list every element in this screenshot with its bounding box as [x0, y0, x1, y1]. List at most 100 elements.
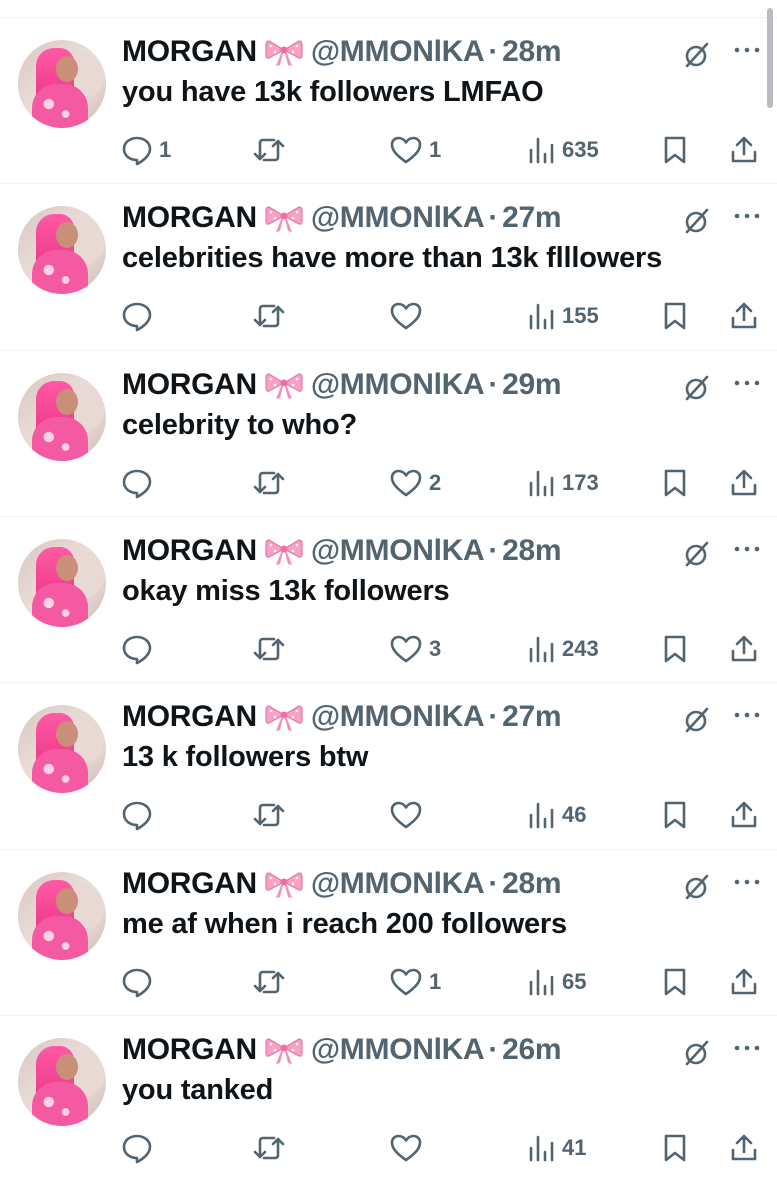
avatar[interactable] [18, 705, 106, 793]
views-button[interactable]: 41 [526, 1128, 586, 1168]
reply-button[interactable] [121, 962, 159, 1002]
grok-icon[interactable] [682, 206, 712, 236]
bookmark-icon [661, 966, 689, 998]
handle[interactable]: @MMONlKA [311, 1033, 485, 1067]
timestamp[interactable]: 28m [502, 867, 561, 901]
timestamp[interactable]: 28m [502, 35, 561, 69]
timestamp[interactable]: 28m [502, 534, 561, 568]
views-button[interactable]: 635 [526, 130, 599, 170]
bookmark-button[interactable] [661, 629, 689, 669]
views-button[interactable]: 46 [526, 795, 586, 835]
display-name[interactable]: MORGAN [122, 867, 257, 901]
retweet-button[interactable] [251, 130, 293, 170]
bookmark-button[interactable] [661, 296, 689, 336]
share-button[interactable] [728, 629, 760, 669]
retweet-button[interactable] [251, 629, 293, 669]
like-button[interactable]: 1 [389, 130, 441, 170]
retweet-icon [251, 966, 287, 998]
avatar[interactable] [18, 1038, 106, 1126]
share-button[interactable] [728, 130, 760, 170]
views-button[interactable]: 243 [526, 629, 599, 669]
timestamp[interactable]: 29m [502, 368, 561, 402]
more-icon[interactable] [733, 539, 761, 559]
tweet[interactable]: MORGAN @MMONlKA · 28m [0, 17, 777, 183]
like-button[interactable] [389, 1128, 429, 1168]
tweet[interactable]: MORGAN @MMONlKA · 28m [0, 849, 777, 1015]
views-button[interactable]: 65 [526, 962, 586, 1002]
more-icon[interactable] [733, 1038, 761, 1058]
bow-emoji [265, 869, 303, 899]
views-button[interactable]: 173 [526, 463, 599, 503]
bookmark-button[interactable] [661, 962, 689, 1002]
scrollbar[interactable] [767, 8, 773, 108]
avatar[interactable] [18, 373, 106, 461]
grok-icon[interactable] [682, 40, 712, 70]
avatar[interactable] [18, 872, 106, 960]
tweet-header: MORGAN @MMONlKA · 27m [122, 697, 562, 737]
grok-icon[interactable] [682, 872, 712, 902]
avatar[interactable] [18, 206, 106, 294]
retweet-button[interactable] [251, 962, 293, 1002]
reply-button[interactable]: 1 [121, 130, 171, 170]
handle[interactable]: @MMONlKA [311, 368, 485, 402]
grok-icon[interactable] [682, 1038, 712, 1068]
display-name[interactable]: MORGAN [122, 35, 257, 69]
handle[interactable]: @MMONlKA [311, 700, 485, 734]
reply-button[interactable] [121, 629, 159, 669]
share-button[interactable] [728, 1128, 760, 1168]
grok-icon[interactable] [682, 539, 712, 569]
bookmark-button[interactable] [661, 463, 689, 503]
more-icon[interactable] [733, 206, 761, 226]
more-icon[interactable] [733, 373, 761, 393]
timestamp[interactable]: 27m [502, 201, 561, 235]
grok-icon[interactable] [682, 373, 712, 403]
more-icon[interactable] [733, 872, 761, 892]
retweet-button[interactable] [251, 795, 293, 835]
avatar[interactable] [18, 539, 106, 627]
bookmark-icon [661, 134, 689, 166]
display-name[interactable]: MORGAN [122, 534, 257, 568]
tweet[interactable]: MORGAN @MMONlKA · 27m [0, 682, 777, 848]
tweet[interactable]: MORGAN @MMONlKA · 29m celebrity to who? … [0, 350, 777, 516]
like-button[interactable] [389, 296, 429, 336]
timestamp[interactable]: 26m [502, 1033, 561, 1067]
reply-button[interactable] [121, 463, 159, 503]
more-icon[interactable] [733, 40, 761, 60]
reply-button[interactable] [121, 1128, 159, 1168]
retweet-button[interactable] [251, 296, 293, 336]
reply-button[interactable] [121, 296, 159, 336]
share-button[interactable] [728, 463, 760, 503]
views-button[interactable]: 155 [526, 296, 599, 336]
like-button[interactable]: 1 [389, 962, 441, 1002]
grok-icon[interactable] [682, 705, 712, 735]
display-name[interactable]: MORGAN [122, 700, 257, 734]
share-button[interactable] [728, 795, 760, 835]
avatar[interactable] [18, 40, 106, 128]
bookmark-button[interactable] [661, 795, 689, 835]
like-button[interactable]: 2 [389, 463, 441, 503]
like-button[interactable] [389, 795, 429, 835]
share-button[interactable] [728, 296, 760, 336]
tweet[interactable]: MORGAN @MMONlKA · 26m you tanked 41 [0, 1015, 777, 1181]
like-count: 3 [429, 636, 442, 661]
bookmark-icon [661, 633, 689, 665]
like-button[interactable]: 3 [389, 629, 441, 669]
display-name[interactable]: MORGAN [122, 201, 257, 235]
reply-button[interactable] [121, 795, 159, 835]
handle[interactable]: @MMONlKA [311, 534, 485, 568]
handle[interactable]: @MMONlKA [311, 201, 485, 235]
bookmark-button[interactable] [661, 130, 689, 170]
handle[interactable]: @MMONlKA [311, 35, 485, 69]
share-icon [728, 1132, 760, 1164]
tweet[interactable]: MORGAN @MMONlKA · 28m [0, 516, 777, 682]
handle[interactable]: @MMONlKA [311, 867, 485, 901]
display-name[interactable]: MORGAN [122, 1033, 257, 1067]
tweet[interactable]: MORGAN @MMONlKA · 27m [0, 183, 777, 349]
timestamp[interactable]: 27m [502, 700, 561, 734]
more-icon[interactable] [733, 705, 761, 725]
share-button[interactable] [728, 962, 760, 1002]
retweet-button[interactable] [251, 1128, 293, 1168]
display-name[interactable]: MORGAN [122, 368, 257, 402]
retweet-button[interactable] [251, 463, 293, 503]
bookmark-button[interactable] [661, 1128, 689, 1168]
